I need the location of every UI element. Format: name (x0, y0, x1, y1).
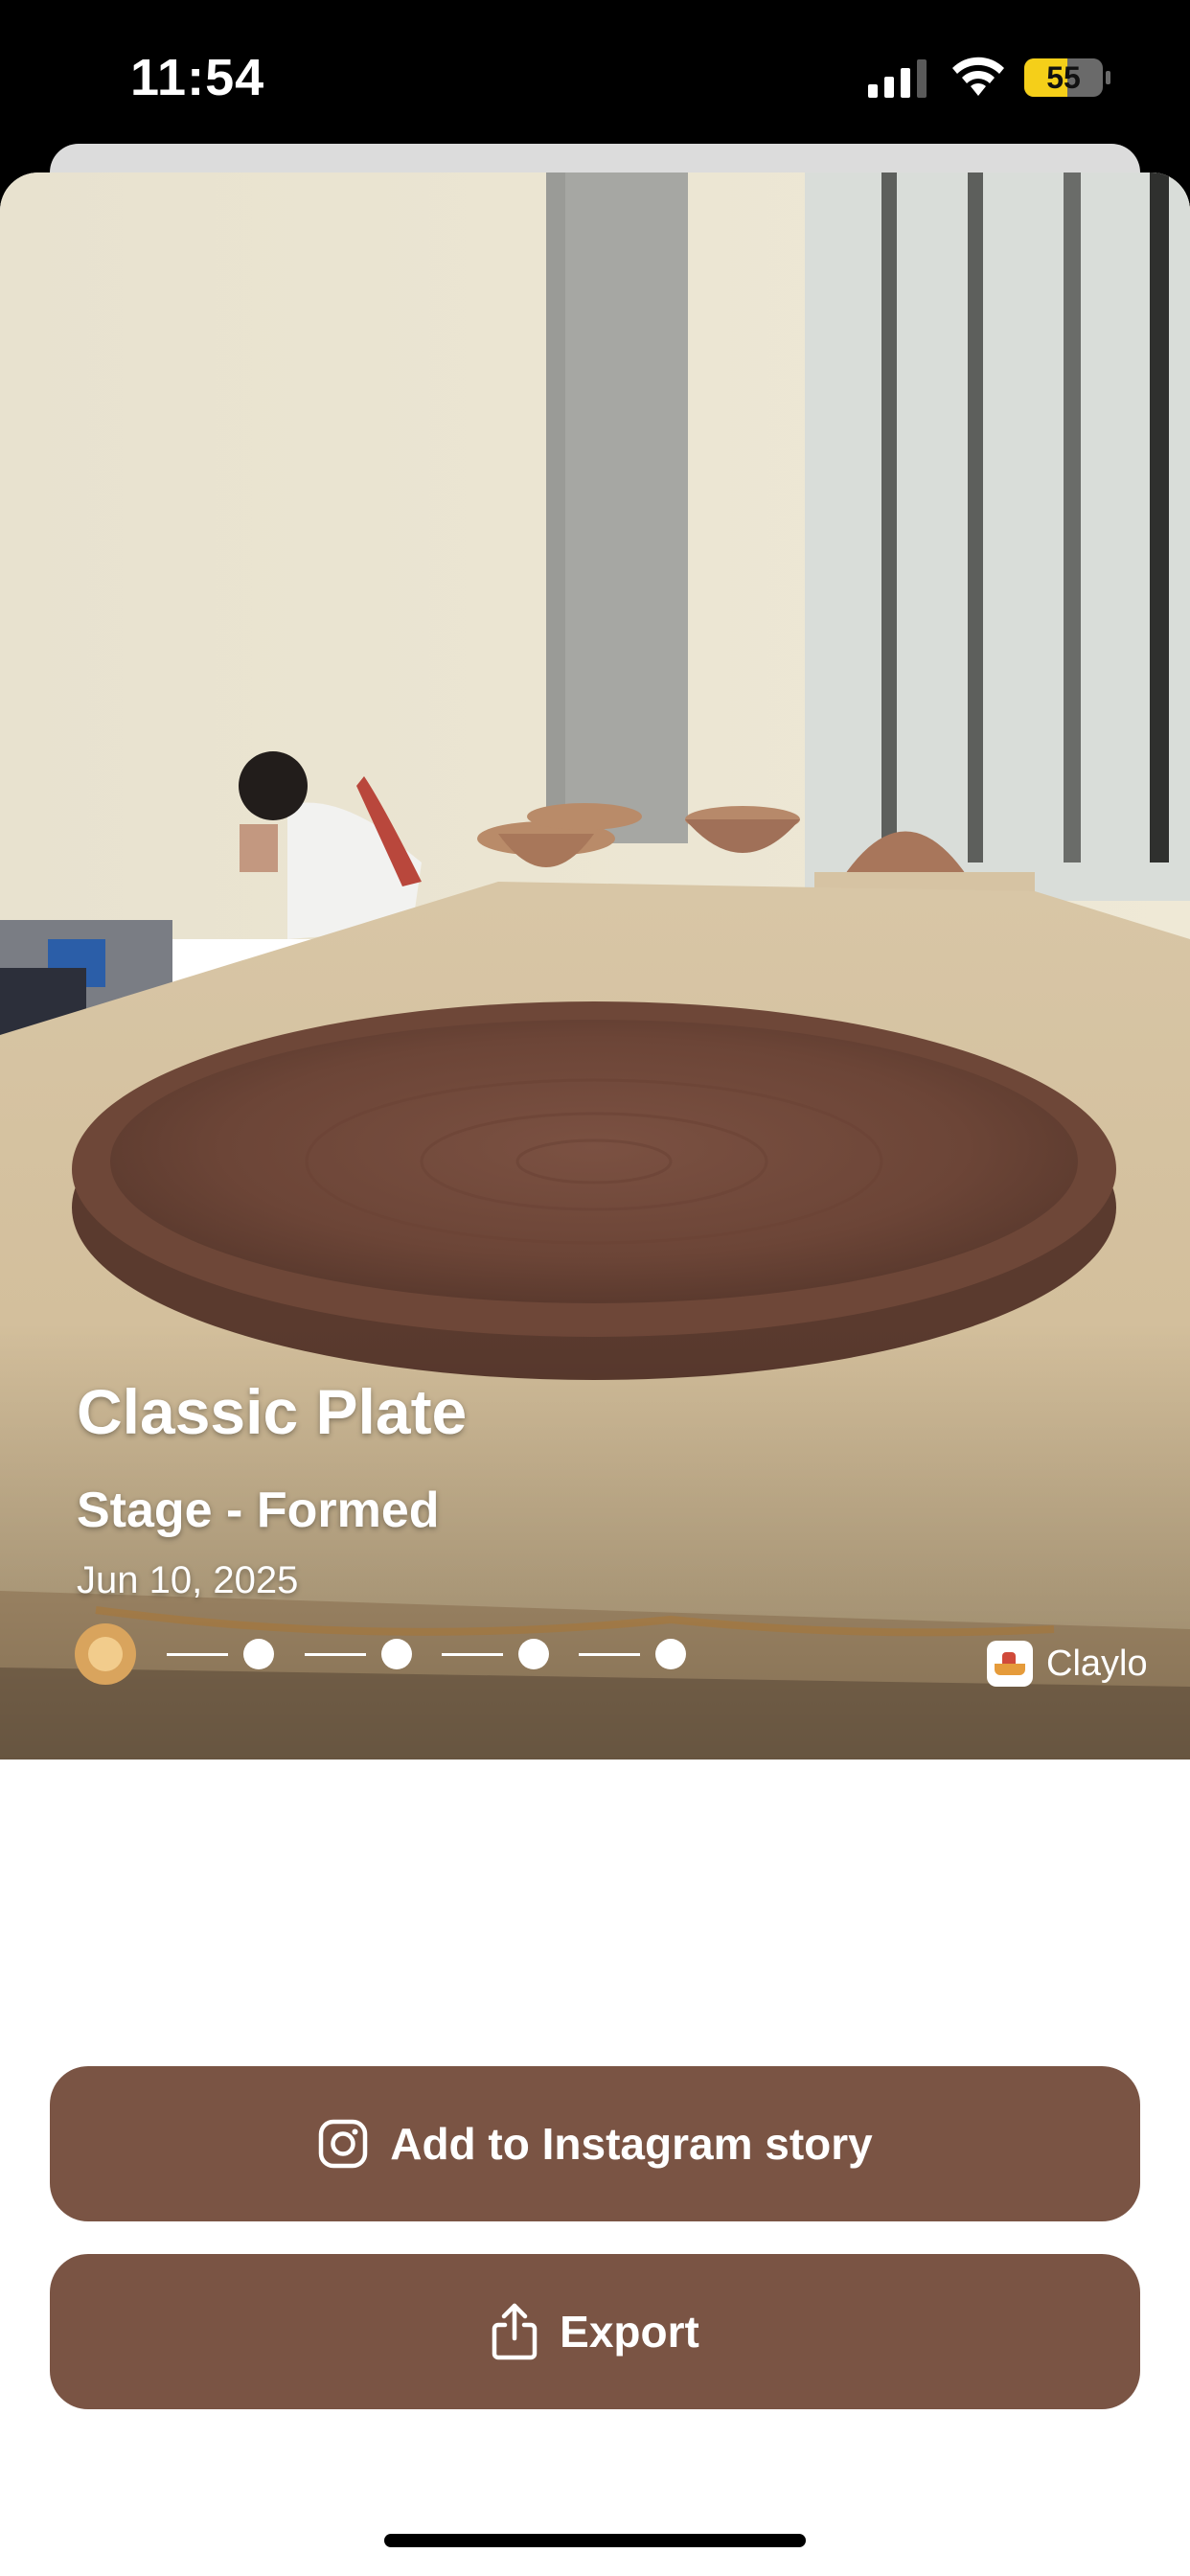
add-to-instagram-story-button[interactable]: Add to Instagram story (50, 2066, 1140, 2221)
wifi-icon (952, 57, 1004, 96)
piece-date: Jun 10, 2025 (77, 1559, 299, 1601)
piece-title: Classic Plate (77, 1376, 468, 1447)
brand-watermark: Claylo (987, 1639, 1148, 1689)
status-time: 11:54 (130, 49, 265, 106)
home-indicator[interactable] (384, 2534, 806, 2547)
piece-stage: Stage - Formed (77, 1483, 440, 1538)
progress-step (243, 1639, 274, 1669)
progress-step-current (75, 1623, 136, 1685)
share-sheet: Classic Plate Stage - Formed Jun 10, 202… (0, 172, 1190, 2576)
export-button[interactable]: Export (50, 2254, 1140, 2409)
instagram-icon (318, 2119, 368, 2169)
progress-connector (167, 1653, 228, 1656)
claylo-logo-icon (987, 1641, 1033, 1687)
progress-step (518, 1639, 549, 1669)
stage-progress (75, 1623, 698, 1685)
share-icon (492, 2303, 538, 2360)
progress-step (381, 1639, 412, 1669)
progress-connector (305, 1653, 366, 1656)
progress-step (655, 1639, 686, 1669)
screen: 11:54 55 Classic Plate Stage - Formed Ju… (0, 0, 1190, 2576)
battery-level: 55 (1046, 60, 1081, 95)
brand-name: Claylo (1046, 1643, 1148, 1684)
progress-connector (442, 1653, 503, 1656)
export-button-label: Export (560, 2307, 699, 2357)
status-bar: 11:54 55 (0, 0, 1190, 153)
instagram-button-label: Add to Instagram story (390, 2119, 873, 2169)
cellular-signal-icon (868, 59, 927, 98)
battery-icon: 55 (1023, 56, 1111, 100)
progress-connector (579, 1653, 640, 1656)
